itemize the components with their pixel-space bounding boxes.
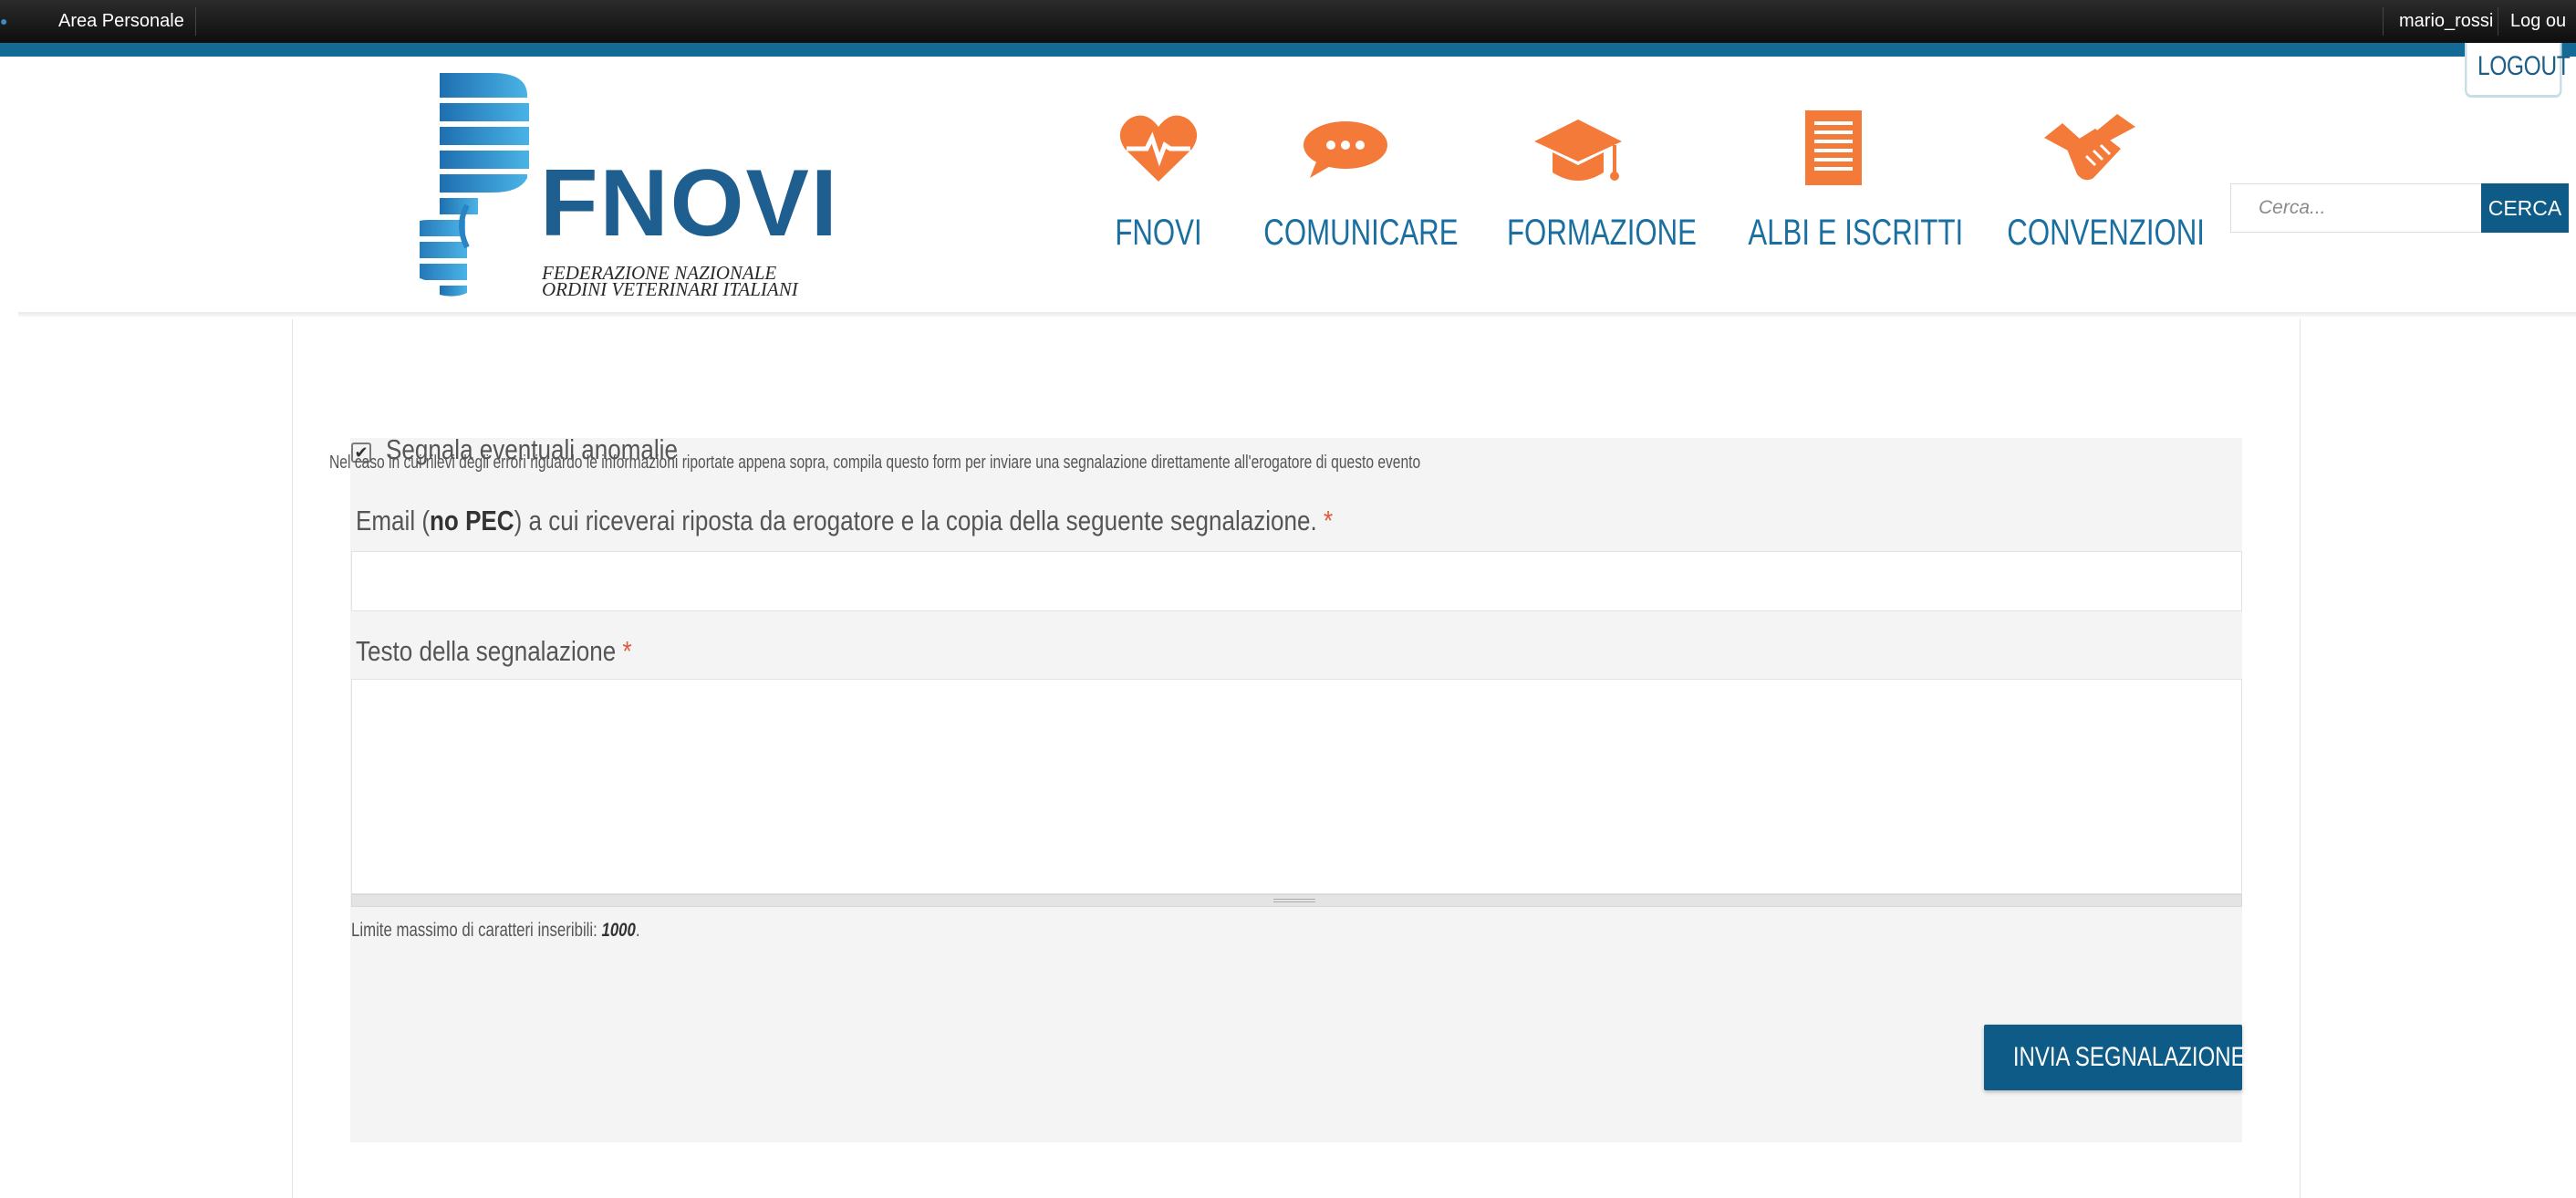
nav-item-formazione[interactable]: FORMAZIONE <box>1487 114 1698 260</box>
header-divider <box>18 312 2576 317</box>
content-border-left <box>292 319 293 1198</box>
toolbar-accent-bar <box>0 43 2576 57</box>
email-field[interactable] <box>351 551 2242 611</box>
char-limit-value: 1000 <box>601 920 636 941</box>
nav-label: FORMAZIONE <box>1507 213 1698 253</box>
chat-bubble-icon <box>1304 121 1387 178</box>
document-list-icon <box>1805 110 1862 185</box>
form-intro-text: Nel caso in cui rilevi degli errori rigu… <box>329 453 1421 473</box>
nav-label: COMUNICARE <box>1263 213 1459 253</box>
testo-field-label: Testo della segnalazione * <box>356 635 632 667</box>
search-button[interactable]: CERCA <box>2481 183 2569 233</box>
logo-subtitle-line2: ORDINI VETERINARI ITALIANI <box>542 278 798 300</box>
toolbar-divider <box>2383 7 2384 36</box>
testo-textarea[interactable] <box>351 679 2242 894</box>
toolbar-logout-link[interactable]: Log ou <box>2510 0 2566 43</box>
required-mark: * <box>622 635 632 667</box>
content-border-right <box>2300 319 2301 1198</box>
heart-pulse-icon <box>1119 115 1198 182</box>
nav-label: FNOVI <box>1115 213 1202 253</box>
char-limit-text: Limite massimo di caratteri inseribili: … <box>351 920 640 941</box>
nav-item-fnovi[interactable]: FNOVI <box>1095 114 1222 260</box>
area-personale-link[interactable]: Area Personale <box>58 0 184 43</box>
logo-wordmark: FNOVI <box>540 151 839 256</box>
home-icon[interactable]: ● <box>0 13 15 29</box>
handshake-icon <box>2044 114 2135 181</box>
nav-label: CONVENZIONI <box>2007 213 2205 253</box>
admin-toolbar: ● Area Personale mario_rossi Log ou <box>0 0 2576 43</box>
toolbar-divider <box>195 7 196 36</box>
required-mark: * <box>1323 505 1334 536</box>
nav-item-convenzioni[interactable]: CONVENZIONI <box>1984 114 2205 260</box>
username-link[interactable]: mario_rossi <box>2399 0 2493 43</box>
nav-item-comunicare[interactable]: COMUNICARE <box>1241 114 1459 260</box>
grip-handle[interactable] <box>1273 899 1315 902</box>
email-field-label: Email (no PEC) a cui riceverai riposta d… <box>356 505 1334 536</box>
graduation-cap-icon <box>1534 120 1622 181</box>
nav-item-albi-e-iscritti[interactable]: ALBI E ISCRITTI <box>1724 110 1964 260</box>
nav-label: ALBI E ISCRITTI <box>1748 213 1964 253</box>
textarea-resize-grip[interactable] <box>351 894 2242 907</box>
submit-button[interactable]: INVIA SEGNALAZIONE <box>1984 1025 2246 1090</box>
logout-button[interactable]: LOGOUT <box>2465 43 2571 98</box>
search-input[interactable] <box>2230 183 2481 233</box>
